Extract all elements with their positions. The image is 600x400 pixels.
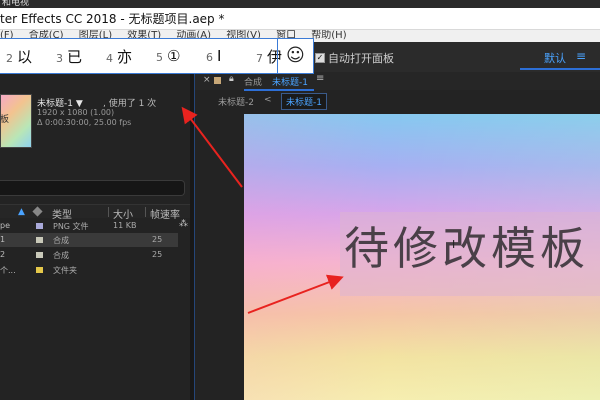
smiley-face-icon[interactable]: ☺ bbox=[286, 45, 305, 66]
candidate-char: ① bbox=[167, 47, 181, 65]
top-strip: 和电视 bbox=[0, 0, 600, 8]
workspace-menu-icon[interactable]: ≡ bbox=[576, 49, 586, 63]
candidate-char: I bbox=[217, 47, 222, 65]
row-label-swatch[interactable] bbox=[36, 223, 43, 229]
project-row[interactable]: 个... 文件夹 bbox=[0, 263, 178, 277]
label-tag-icon[interactable] bbox=[32, 206, 43, 217]
flowchart-icon[interactable]: ⁂ bbox=[179, 219, 188, 229]
auto-open-checkbox[interactable]: ✓ bbox=[315, 53, 325, 63]
candidate-number: 2 bbox=[6, 51, 13, 65]
candidate-number: 6 bbox=[206, 51, 213, 64]
ime-separator bbox=[277, 39, 278, 73]
ime-candidate[interactable]: 2以 bbox=[6, 46, 54, 67]
row-fps: 25 bbox=[152, 235, 163, 244]
project-row-selected[interactable]: 1 合成 25 bbox=[0, 233, 178, 247]
panel-menu-icon[interactable]: ≡ bbox=[316, 73, 324, 84]
comp-resolution: 1920 x 1080 (1.00) bbox=[37, 108, 115, 117]
comp-duration: Δ 0:00:30:00, 25.00 fps bbox=[37, 118, 132, 127]
row-type: 合成 bbox=[53, 236, 69, 245]
row-label-swatch[interactable] bbox=[36, 252, 43, 258]
window-title: ter Effects CC 2018 - 无标题项目.aep * bbox=[0, 8, 600, 30]
text-cursor-icon: I bbox=[452, 238, 456, 251]
breadcrumb-parent[interactable]: 未标题-2 bbox=[218, 95, 254, 108]
row-type: PNG 文件 bbox=[53, 222, 89, 231]
candidate-number: 3 bbox=[56, 51, 63, 65]
ime-candidate-bar: 2以 3已 4亦 5① 6I 7伊 ☺ bbox=[0, 38, 314, 74]
comp-breadcrumb bbox=[195, 92, 600, 108]
candidate-number: 7 bbox=[256, 51, 263, 65]
candidate-char: 已 bbox=[67, 47, 83, 66]
project-row[interactable]: 2 合成 25 bbox=[0, 248, 178, 262]
candidate-char: 亦 bbox=[117, 47, 133, 66]
row-name: pe bbox=[0, 221, 10, 230]
project-row[interactable]: pe PNG 文件 11 KB bbox=[0, 219, 178, 233]
tab-active-underline bbox=[244, 89, 314, 91]
column-divider bbox=[145, 207, 146, 217]
row-type: 文件夹 bbox=[53, 266, 77, 275]
workspace-default-button[interactable]: 默认 bbox=[544, 50, 566, 66]
project-column-header: ▲ 类型 大小 帧速率 bbox=[0, 204, 190, 221]
tab-label-swatch bbox=[214, 77, 221, 84]
row-name: 个... bbox=[0, 266, 16, 275]
auto-open-label: 自动打开面板 bbox=[328, 52, 394, 65]
row-size: 11 KB bbox=[113, 221, 137, 230]
ime-candidate[interactable]: 5① bbox=[156, 47, 204, 65]
composition-tab-label[interactable]: 合成 bbox=[244, 75, 262, 88]
menu-item-help[interactable]: 帮助(H) bbox=[311, 30, 346, 42]
breadcrumb-current[interactable]: 未标题-1 bbox=[281, 93, 327, 110]
row-fps: 25 bbox=[152, 250, 163, 259]
ime-candidate[interactable]: 6I bbox=[206, 47, 254, 65]
ime-candidate[interactable]: 3已 bbox=[56, 46, 104, 67]
breadcrumb-separator: < bbox=[264, 95, 272, 105]
project-search-input[interactable] bbox=[0, 180, 185, 196]
workspace-active-underline bbox=[520, 68, 600, 70]
column-divider bbox=[108, 207, 109, 217]
ae-window: 和电视 ter Effects CC 2018 - 无标题项目.aep * (F… bbox=[0, 0, 600, 400]
candidate-number: 5 bbox=[156, 51, 163, 64]
row-label-swatch[interactable] bbox=[36, 267, 43, 273]
row-label-swatch[interactable] bbox=[36, 237, 43, 243]
row-name: 2 bbox=[0, 250, 6, 259]
lock-icon[interactable]: 🔒︎ bbox=[229, 74, 234, 84]
composition-tab-name[interactable]: 未标题-1 bbox=[272, 75, 308, 88]
candidate-char: 伊 bbox=[267, 47, 283, 66]
row-type: 合成 bbox=[53, 251, 69, 260]
row-name: 1 bbox=[0, 235, 6, 244]
sort-arrow-icon[interactable]: ▲ bbox=[18, 207, 25, 217]
close-tab-icon[interactable]: × bbox=[203, 75, 211, 85]
candidate-number: 4 bbox=[106, 51, 113, 65]
viewer-text-layer[interactable]: 待修改模板 bbox=[344, 212, 589, 277]
thumbnail-text: 板 bbox=[0, 115, 10, 125]
ime-candidate[interactable]: 4亦 bbox=[106, 46, 154, 67]
candidate-char: 以 bbox=[17, 47, 33, 66]
